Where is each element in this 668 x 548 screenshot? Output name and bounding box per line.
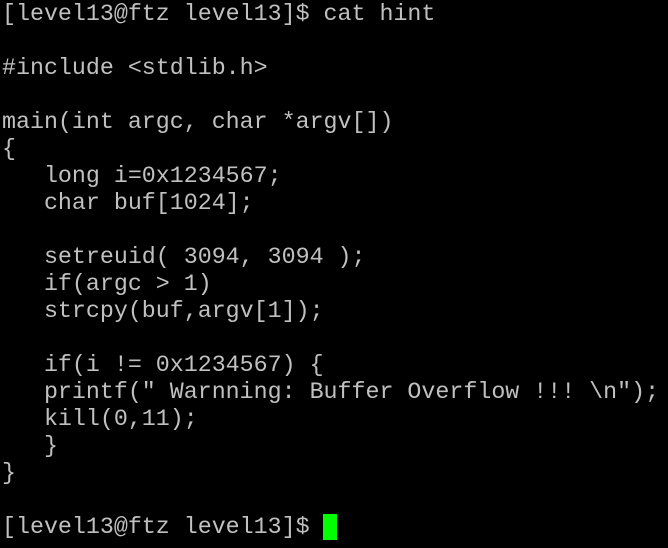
code-line-printf: printf(" Warnning: Buffer Overflow !!! \… bbox=[2, 379, 660, 405]
code-line-close-brace: } bbox=[2, 460, 16, 486]
code-line-char-buf: char buf[1024]; bbox=[2, 190, 254, 216]
code-line-main: main(int argc, char *argv[]) bbox=[2, 109, 394, 135]
code-line-include: #include <stdlib.h> bbox=[2, 55, 268, 81]
command-line: [level13@ftz level13]$ cat hint bbox=[2, 1, 436, 27]
code-line-long-i: long i=0x1234567; bbox=[2, 163, 282, 189]
code-line-setreuid: setreuid( 3094, 3094 ); bbox=[2, 244, 366, 270]
terminal-window[interactable]: [level13@ftz level13]$ cat hint #include… bbox=[0, 0, 668, 548]
code-line-strcpy: strcpy(buf,argv[1]); bbox=[2, 298, 324, 324]
code-line-kill: kill(0,11); bbox=[2, 406, 198, 432]
text-cursor bbox=[323, 514, 337, 540]
shell-prompt: [level13@ftz level13]$ bbox=[2, 514, 324, 540]
code-line-if-argc: if(argc > 1) bbox=[2, 271, 212, 297]
code-line-if-i: if(i != 0x1234567) { bbox=[2, 352, 324, 378]
code-line-inner-close-brace: } bbox=[2, 433, 58, 459]
code-line-open-brace: { bbox=[2, 136, 16, 162]
